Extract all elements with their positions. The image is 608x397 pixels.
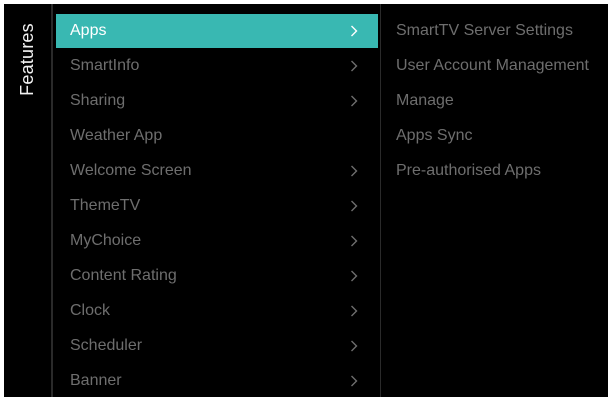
chevron-right-icon [348, 200, 360, 212]
submenu-item-pre-authorised-apps[interactable]: Pre-authorised Apps [396, 154, 541, 188]
chevron-right-icon [348, 25, 360, 37]
apps-submenu: SmartTV Server Settings User Account Man… [384, 4, 608, 397]
menu-item-content-rating[interactable]: Content Rating [56, 259, 378, 293]
submenu-item-smarttv-server-settings[interactable]: SmartTV Server Settings [396, 14, 573, 48]
chevron-right-icon [348, 305, 360, 317]
submenu-item-user-account-management[interactable]: User Account Management [396, 49, 589, 83]
menu-item-themetv[interactable]: ThemeTV [56, 189, 378, 223]
chevron-right-icon [348, 165, 360, 177]
side-panel: Features [4, 4, 53, 397]
menu-item-clock[interactable]: Clock [56, 294, 378, 328]
chevron-right-icon [348, 60, 360, 72]
menu-item-label: Weather App [70, 127, 163, 144]
menu-item-mychoice[interactable]: MyChoice [56, 224, 378, 258]
side-panel-title: Features [10, 14, 44, 104]
tv-settings-screen: Features Apps SmartInfo Sharing Weather … [4, 4, 608, 397]
menu-item-weather-app[interactable]: Weather App [56, 119, 378, 153]
menu-item-label: SmartInfo [70, 57, 140, 74]
menu-item-label: Sharing [70, 92, 126, 109]
chevron-right-icon [348, 340, 360, 352]
menu-item-banner[interactable]: Banner [56, 364, 378, 397]
side-panel-title-text: Features [16, 22, 37, 96]
menu-item-label: Banner [70, 372, 122, 389]
menu-item-smartinfo[interactable]: SmartInfo [56, 49, 378, 83]
menu-item-apps[interactable]: Apps [56, 14, 378, 48]
menu-item-label: Clock [70, 302, 111, 319]
menu-item-label: ThemeTV [70, 197, 141, 214]
column-divider [380, 4, 381, 397]
menu-item-label: Scheduler [70, 337, 143, 354]
menu-item-label: Welcome Screen [70, 162, 192, 179]
chevron-right-icon [348, 235, 360, 247]
chevron-right-icon [348, 375, 360, 387]
features-menu: Apps SmartInfo Sharing Weather App Welco… [56, 4, 378, 397]
submenu-item-manage[interactable]: Manage [396, 84, 454, 118]
menu-item-label: Apps [70, 22, 107, 39]
chevron-right-icon [348, 270, 360, 282]
menu-item-scheduler[interactable]: Scheduler [56, 329, 378, 363]
submenu-item-apps-sync[interactable]: Apps Sync [396, 119, 472, 153]
chevron-right-icon [348, 95, 360, 107]
menu-item-sharing[interactable]: Sharing [56, 84, 378, 118]
menu-item-welcome-screen[interactable]: Welcome Screen [56, 154, 378, 188]
menu-item-label: Content Rating [70, 267, 177, 284]
menu-item-label: MyChoice [70, 232, 142, 249]
